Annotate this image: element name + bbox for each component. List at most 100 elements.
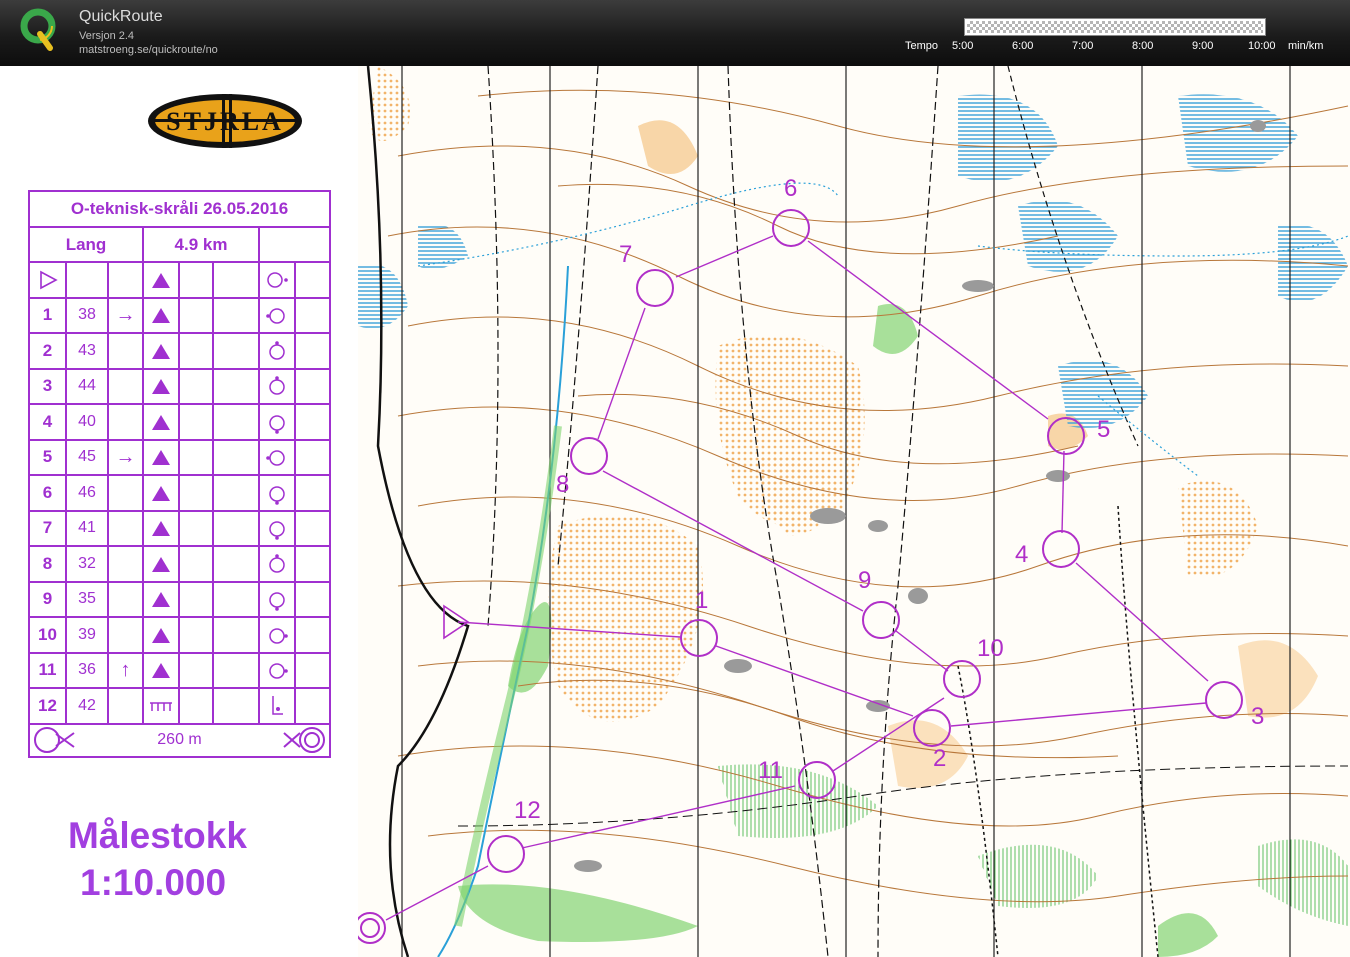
desc-cell: 2: [30, 334, 67, 370]
desc-cell: [144, 618, 180, 654]
desc-cell: [144, 653, 180, 689]
desc-cell: [260, 369, 296, 405]
app-version: Versjon 2.4: [79, 30, 135, 42]
desc-cell: [109, 689, 144, 725]
desc-cell: [260, 653, 296, 689]
desc-cell: [144, 369, 180, 405]
location-symbol-icon: [269, 663, 288, 679]
desc-cell: 8: [30, 547, 67, 583]
desc-cell: [180, 689, 214, 725]
desc-cell: [144, 582, 180, 618]
orienteering-map[interactable]: 1 2 3 4 5 6 7 8 9 10 11 12: [358, 66, 1350, 957]
desc-cell: [144, 440, 180, 476]
desc-cell: [214, 511, 260, 547]
desc-cell: [180, 263, 214, 299]
desc-cell: 41: [67, 511, 109, 547]
direction-arrow-icon: →: [115, 445, 136, 468]
blank-cell: [260, 228, 329, 263]
location-symbol-icon: [266, 450, 285, 466]
desc-cell: 1: [30, 298, 67, 334]
control-label-2: 2: [933, 745, 946, 772]
desc-cell: 39: [67, 618, 109, 654]
course-name-cell: Lang: [30, 228, 144, 263]
desc-cell: 38: [67, 298, 109, 334]
control-number: 7: [42, 518, 53, 538]
desc-cell: [144, 334, 180, 370]
desc-cell: [109, 369, 144, 405]
control-number: 4: [42, 411, 53, 431]
desc-cell: [180, 440, 214, 476]
control-code: 43: [78, 341, 96, 359]
finish-symbols-icon: [34, 727, 325, 753]
desc-cell: [144, 405, 180, 441]
feature-triangle-icon: [152, 663, 170, 679]
feature-triangle-icon: [152, 450, 170, 466]
stream-vegetation: [454, 425, 562, 927]
desc-cell: 44: [67, 369, 109, 405]
desc-cell: 11: [30, 653, 67, 689]
direction-arrow-icon: →: [115, 303, 136, 326]
app-url[interactable]: matstroeng.se/quickroute/no: [79, 44, 218, 56]
scale-label: Målestokk: [68, 815, 247, 856]
direction-arrow-icon: ↑: [120, 658, 131, 681]
control-number: 11: [38, 660, 57, 680]
desc-cell: [296, 689, 329, 725]
desc-cell: [260, 547, 296, 583]
tempo-label: Tempo: [905, 40, 939, 52]
tempo-tick: 7:00: [1072, 40, 1094, 52]
desc-cell: [180, 511, 214, 547]
course-name: Lang: [65, 234, 107, 254]
desc-cell: [144, 263, 180, 299]
desc-cell: 6: [30, 476, 67, 512]
desc-cell: 36: [67, 653, 109, 689]
svg-text:STJRLA: STJRLA: [166, 107, 284, 136]
feature-triangle-icon: [152, 343, 170, 359]
desc-cell: 5: [30, 440, 67, 476]
desc-cell: 9: [30, 582, 67, 618]
event-title: O-teknisk-skråli 26.05.2016: [30, 192, 329, 228]
desc-cell: [260, 263, 296, 299]
desc-cell: [180, 298, 214, 334]
fence-symbol-icon: [150, 702, 172, 711]
control-label-5: 5: [1097, 416, 1110, 443]
control-code: 38: [78, 306, 96, 324]
desc-cell: →: [109, 298, 144, 334]
desc-cell: 32: [67, 547, 109, 583]
finish-circles-icon: [358, 912, 386, 944]
desc-cell: [296, 441, 329, 476]
desc-cell: [180, 369, 214, 405]
control-code: 39: [78, 625, 96, 643]
control-number: 9: [42, 589, 53, 609]
desc-cell: →: [109, 440, 144, 476]
feature-triangle-icon: [152, 272, 170, 288]
desc-cell: [109, 618, 144, 654]
feature-triangle-icon: [152, 627, 170, 643]
desc-cell: [214, 334, 260, 370]
tempo-tick: 8:00: [1132, 40, 1154, 52]
control-number: 1: [42, 305, 53, 325]
desc-cell: [214, 263, 260, 299]
desc-cell: [260, 476, 296, 512]
control-label-7: 7: [619, 241, 632, 268]
desc-cell: [214, 582, 260, 618]
desc-cell: [296, 583, 329, 618]
desc-cell: [144, 689, 180, 725]
feature-triangle-icon: [152, 521, 170, 537]
control-code: 32: [78, 554, 96, 572]
desc-cell: [67, 263, 109, 299]
location-symbol-icon: [269, 521, 285, 541]
app-title: QuickRoute: [79, 8, 163, 25]
desc-cell: [214, 405, 260, 441]
control-label-3: 3: [1251, 703, 1264, 730]
course-length: 4.9 km: [174, 234, 228, 254]
tempo-tick: 10:00: [1248, 40, 1276, 52]
desc-cell: [180, 582, 214, 618]
control-code: 45: [78, 448, 96, 466]
desc-cell: [260, 511, 296, 547]
corner-symbol-icon: [272, 695, 283, 715]
desc-cell: [260, 618, 296, 654]
desc-cell: [214, 689, 260, 725]
desc-cell: 45: [67, 440, 109, 476]
feature-triangle-icon: [152, 485, 170, 501]
desc-cell: 42: [67, 689, 109, 725]
